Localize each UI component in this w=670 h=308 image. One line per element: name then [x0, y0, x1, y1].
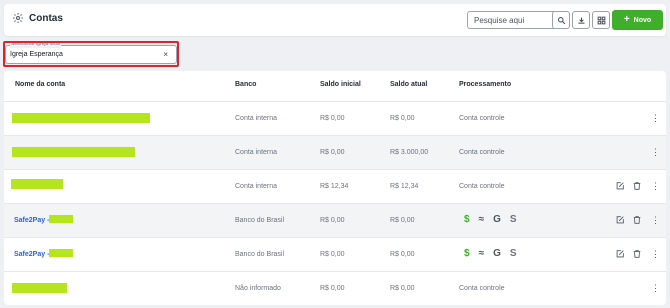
church-select-legend: Selecionar igreja local [10, 41, 61, 48]
more-options-icon[interactable]: ⋮ [651, 112, 660, 124]
more-options-icon[interactable]: ⋮ [651, 282, 660, 294]
processing-cell: Conta controle [459, 285, 505, 292]
redacted-account-suffix [49, 215, 73, 223]
church-select-value: Igreja Esperança [10, 51, 63, 58]
plus-icon: + [623, 14, 630, 25]
dollar-icon: $ [464, 214, 470, 225]
more-options-icon[interactable]: ⋮ [651, 146, 660, 158]
processing-cell: Conta controle [459, 115, 505, 122]
current-balance-cell: R$ 0,00 [390, 251, 415, 258]
gear-icon [13, 13, 23, 23]
processing-icons: $ ≈ G S [464, 214, 517, 226]
table-row[interactable]: Conta interna R$ 0,00 R$ 0,00 Conta cont… [4, 101, 666, 135]
edit-icon[interactable] [615, 249, 625, 259]
dollar-icon: $ [464, 248, 470, 259]
bank-cell: Não informado [235, 285, 281, 292]
column-header-name: Nome da conta [15, 81, 66, 88]
edit-icon[interactable] [615, 181, 625, 191]
bank-cell: Conta interna [235, 183, 278, 190]
bank-cell: Banco do Brasil [235, 251, 285, 258]
trash-icon[interactable] [632, 181, 642, 191]
processing-cell: Conta controle [459, 183, 505, 190]
initial-balance-cell: R$ 0,00 [320, 285, 345, 292]
current-balance-cell: R$ 0,00 [390, 115, 415, 122]
initial-balance-cell: R$ 0,00 [320, 217, 345, 224]
current-balance-cell: R$ 12,34 [390, 183, 419, 190]
initial-balance-cell: R$ 12,34 [320, 183, 349, 190]
grid-icon [597, 16, 605, 24]
current-balance-cell: R$ 0,00 [390, 217, 415, 224]
gateway-g-icon: G [493, 248, 501, 259]
column-header-current-balance: Saldo atual [390, 81, 428, 88]
more-options-icon[interactable]: ⋮ [651, 214, 660, 226]
column-header-bank: Banco [235, 81, 257, 88]
redacted-account-name [12, 283, 67, 293]
redacted-account-name [11, 179, 63, 189]
bank-cell: Conta interna [235, 115, 278, 122]
table-row[interactable]: Conta interna R$ 0,00 R$ 3.000,00 Conta … [4, 135, 666, 169]
trash-icon[interactable] [632, 215, 642, 225]
more-options-icon[interactable]: ⋮ [651, 248, 660, 260]
page-title: Contas [29, 12, 63, 24]
processing-cell: Conta controle [459, 149, 505, 156]
download-button[interactable] [572, 11, 590, 29]
title-wrap: Contas [12, 12, 63, 24]
bank-cell: Conta interna [235, 149, 278, 156]
account-name-link[interactable]: Safe2Pay - [14, 217, 49, 224]
clear-icon[interactable]: × [163, 50, 168, 59]
redacted-account-name [12, 147, 135, 157]
account-name-link[interactable]: Safe2Pay - [14, 251, 49, 258]
redacted-account-name [12, 113, 150, 123]
more-options-icon[interactable]: ⋮ [651, 180, 660, 192]
download-icon [578, 17, 584, 24]
safe2pay-s-icon: S [509, 248, 517, 259]
pix-icon: ≈ [478, 214, 485, 225]
current-balance-cell: R$ 3.000,00 [390, 149, 429, 156]
new-button-label: Novo [633, 16, 652, 24]
table-row[interactable]: Não informado R$ 0,00 R$ 0,00 Conta cont… [4, 271, 666, 305]
trash-icon[interactable] [632, 249, 642, 259]
new-account-button[interactable]: + Novo [612, 10, 663, 30]
search-button[interactable] [552, 11, 570, 29]
table-row[interactable]: Conta interna R$ 12,34 R$ 12,34 Conta co… [4, 169, 666, 203]
bank-cell: Banco do Brasil [235, 217, 285, 224]
initial-balance-cell: R$ 0,00 [320, 149, 345, 156]
processing-icons: $ ≈ G S [464, 248, 517, 260]
column-header-processing: Processamento [459, 81, 512, 88]
table-row[interactable]: Safe2Pay - Banco do Brasil R$ 0,00 R$ 0,… [4, 237, 666, 271]
initial-balance-cell: R$ 0,00 [320, 251, 345, 258]
table-header: Nome da conta Banco Saldo inicial Saldo … [4, 71, 666, 101]
grid-view-button[interactable] [592, 11, 610, 29]
gateway-g-icon: G [493, 214, 501, 225]
search-icon [557, 16, 565, 24]
table-row[interactable]: Safe2Pay - Banco do Brasil R$ 0,00 R$ 0,… [4, 203, 666, 237]
church-select[interactable]: Selecionar igreja local Igreja Esperança… [5, 41, 177, 64]
pix-icon: ≈ [478, 248, 485, 259]
redacted-account-suffix [49, 249, 73, 257]
page-header: Contas + Novo [4, 4, 666, 36]
current-balance-cell: R$ 0,00 [390, 285, 415, 292]
safe2pay-s-icon: S [509, 214, 517, 225]
accounts-table: Nome da conta Banco Saldo inicial Saldo … [4, 71, 666, 305]
edit-icon[interactable] [615, 215, 625, 225]
initial-balance-cell: R$ 0,00 [320, 115, 345, 122]
column-header-initial-balance: Saldo inicial [320, 81, 361, 88]
